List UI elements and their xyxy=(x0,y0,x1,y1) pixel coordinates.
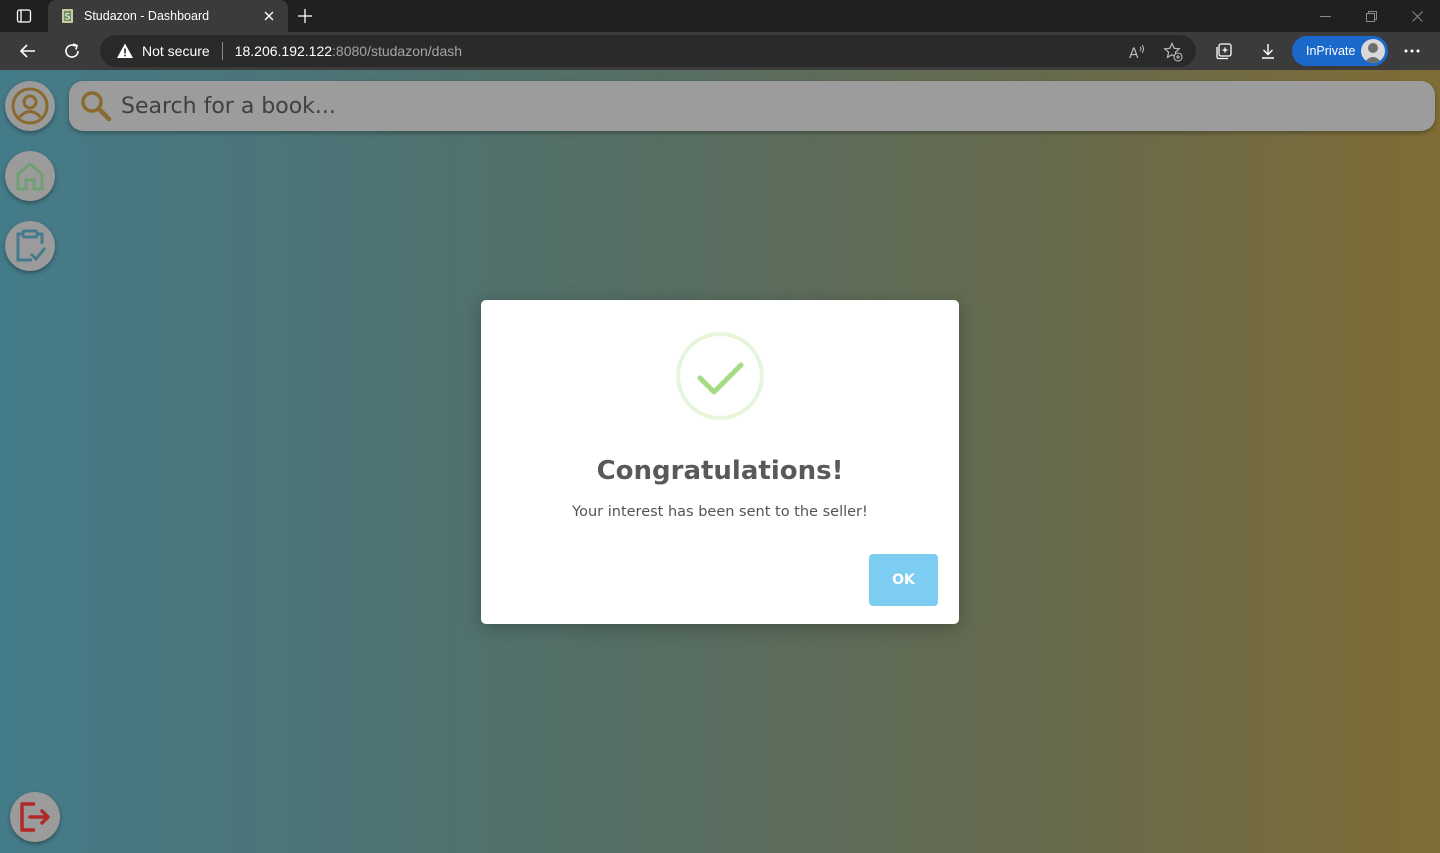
back-button[interactable] xyxy=(13,36,43,66)
url-host: 18.206.192.122 xyxy=(234,43,333,59)
profile-icon xyxy=(11,87,49,125)
collections-icon xyxy=(1216,43,1232,60)
close-window-icon xyxy=(1411,10,1423,22)
success-dialog: Congratulations! Your interest has been … xyxy=(481,300,959,624)
success-check-icon xyxy=(697,362,744,395)
search-icon xyxy=(81,91,112,122)
person-icon xyxy=(1364,43,1382,63)
star-add-icon xyxy=(1163,42,1183,62)
plus-icon xyxy=(298,9,312,23)
refresh-icon xyxy=(65,43,79,58)
svg-text:S: S xyxy=(65,13,71,23)
clipboard-button[interactable] xyxy=(5,221,55,271)
logout-icon xyxy=(20,802,50,832)
minimize-button[interactable] xyxy=(1302,0,1348,32)
home-icon xyxy=(16,162,44,191)
search-input[interactable] xyxy=(117,93,1435,119)
url-path: :8080/studazon/dash xyxy=(332,43,463,59)
tab-actions-button[interactable] xyxy=(12,5,36,27)
ok-button[interactable]: OK xyxy=(869,554,938,606)
read-aloud-icon: A xyxy=(1129,44,1144,61)
logout-button[interactable] xyxy=(10,792,60,842)
profile-avatar xyxy=(1361,39,1385,63)
close-window-button[interactable] xyxy=(1394,0,1440,32)
refresh-button[interactable] xyxy=(57,36,87,66)
more-dots-icon xyxy=(1404,49,1420,53)
home-button[interactable] xyxy=(5,151,55,201)
close-icon xyxy=(264,11,274,21)
dialog-message: Your interest has been sent to the selle… xyxy=(572,504,868,520)
inprivate-badge[interactable]: InPrivate xyxy=(1292,36,1388,66)
inprivate-label: InPrivate xyxy=(1306,44,1356,58)
browser-titlebar: S Studazon - Dashboard xyxy=(0,0,1440,32)
address-separator xyxy=(221,42,223,60)
warning-icon xyxy=(117,43,133,58)
browser-toolbar: Not secure 18.206.192.122:8080/studazon/… xyxy=(0,32,1440,70)
restore-icon xyxy=(1365,10,1377,22)
dashboard-page: Congratulations! Your interest has been … xyxy=(0,70,1440,853)
add-favorite-button[interactable] xyxy=(1162,41,1184,63)
browser-tab-active[interactable]: S Studazon - Dashboard xyxy=(48,0,288,32)
settings-more-button[interactable] xyxy=(1397,36,1427,66)
success-icon-ring xyxy=(676,332,764,420)
download-icon xyxy=(1262,44,1274,59)
tab-actions-icon xyxy=(16,9,32,23)
read-aloud-button[interactable]: A xyxy=(1126,41,1148,63)
profile-button[interactable] xyxy=(5,81,55,131)
security-status-label[interactable]: Not secure xyxy=(142,43,210,59)
minimize-icon xyxy=(1319,15,1331,17)
new-tab-button[interactable] xyxy=(294,5,316,27)
book-search-bar[interactable] xyxy=(69,81,1435,131)
restore-button[interactable] xyxy=(1348,0,1394,32)
favicon-icon: S xyxy=(62,9,73,23)
svg-text:A: A xyxy=(1129,46,1139,61)
address-bar[interactable]: Not secure 18.206.192.122:8080/studazon/… xyxy=(100,35,1196,67)
dialog-title: Congratulations! xyxy=(596,456,844,486)
downloads-button[interactable] xyxy=(1253,36,1283,66)
tab-close-button[interactable] xyxy=(260,7,278,25)
clipboard-check-icon xyxy=(16,229,47,262)
back-arrow-icon xyxy=(19,44,35,58)
collections-button[interactable] xyxy=(1209,36,1239,66)
tab-title: Studazon - Dashboard xyxy=(84,9,210,23)
